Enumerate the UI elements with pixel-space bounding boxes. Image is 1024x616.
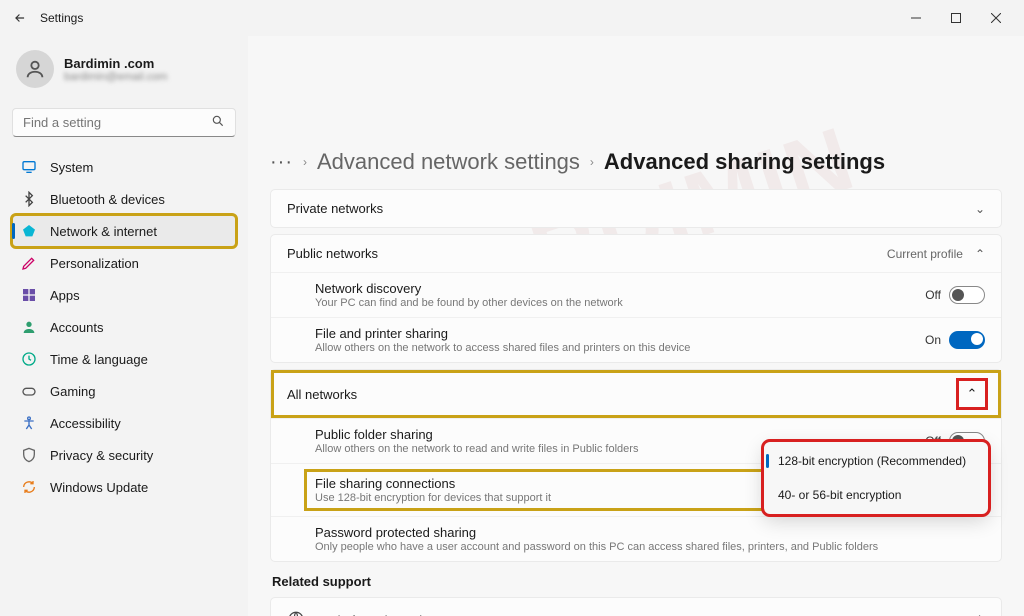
sidebar-item-gaming[interactable]: Gaming	[12, 375, 236, 407]
bluetooth-icon	[20, 190, 38, 208]
row-file-printer-sharing: File and printer sharing Allow others on…	[271, 317, 1001, 362]
sidebar-item-label: Apps	[50, 288, 80, 303]
chevron-right-icon: ›	[590, 155, 594, 169]
row-desc: Your PC can find and be found by other d…	[315, 297, 925, 309]
sidebar-item-label: Network & internet	[50, 224, 157, 239]
user-email: bardimin@email.com	[64, 71, 167, 83]
chevron-up-icon: ⌃	[959, 381, 985, 407]
network-icon	[20, 222, 38, 240]
privacy-icon	[20, 446, 38, 464]
row-desc: Only people who have a user account and …	[315, 541, 985, 553]
sidebar-item-network[interactable]: Network & internet	[12, 215, 236, 247]
panel-public-header[interactable]: Public networks Current profile ⌃	[271, 235, 1001, 272]
sidebar-item-accessibility[interactable]: Accessibility	[12, 407, 236, 439]
accessibility-icon	[20, 414, 38, 432]
window-title: Settings	[40, 11, 83, 25]
current-profile-badge: Current profile	[887, 247, 963, 261]
panel-help: Help from the web ⌃ Learn about Control …	[270, 597, 1002, 616]
search-input-wrapper[interactable]	[12, 108, 236, 137]
panel-private-networks: Private networks ⌄	[270, 189, 1002, 228]
sidebar-item-label: Windows Update	[50, 480, 148, 495]
chevron-down-icon: ⌄	[975, 202, 985, 216]
user-block[interactable]: Bardimin .com bardimin@email.com	[12, 46, 236, 92]
toggle-network-discovery[interactable]	[949, 286, 985, 304]
personalization-icon	[20, 254, 38, 272]
sidebar-item-label: Accounts	[50, 320, 103, 335]
sidebar-item-apps[interactable]: Apps	[12, 279, 236, 311]
breadcrumb-parent[interactable]: Advanced network settings	[317, 149, 580, 175]
sidebar: Bardimin .com bardimin@email.com System …	[0, 36, 248, 616]
sidebar-item-privacy[interactable]: Privacy & security	[12, 439, 236, 471]
chevron-right-icon: ›	[303, 155, 307, 169]
row-title: File and printer sharing	[315, 326, 925, 341]
row-network-discovery: Network discovery Your PC can find and b…	[271, 272, 1001, 317]
panel-public-networks: Public networks Current profile ⌃ Networ…	[270, 234, 1002, 363]
dropdown-option-128bit[interactable]: 128-bit encryption (Recommended)	[764, 444, 988, 478]
user-name: Bardimin .com	[64, 56, 167, 71]
sidebar-item-label: Gaming	[50, 384, 96, 399]
sidebar-item-label: Bluetooth & devices	[50, 192, 165, 207]
main-content: BARDIMIN ··· › Advanced network settings…	[248, 36, 1024, 616]
breadcrumb-more-icon[interactable]: ···	[270, 151, 293, 174]
encryption-dropdown: 128-bit encryption (Recommended) 40- or …	[764, 442, 988, 514]
system-icon	[20, 158, 38, 176]
minimize-button[interactable]	[896, 4, 936, 32]
sidebar-item-time[interactable]: Time & language	[12, 343, 236, 375]
row-title: Network discovery	[315, 281, 925, 296]
row-title: Password protected sharing	[315, 525, 985, 540]
apps-icon	[20, 286, 38, 304]
sidebar-item-bluetooth[interactable]: Bluetooth & devices	[12, 183, 236, 215]
row-title: Public folder sharing	[315, 427, 925, 442]
update-icon	[20, 478, 38, 496]
accounts-icon	[20, 318, 38, 336]
panel-private-header[interactable]: Private networks ⌄	[271, 190, 1001, 227]
user-avatar-icon	[16, 50, 54, 88]
toggle-file-printer-sharing[interactable]	[949, 331, 985, 349]
sidebar-item-label: Personalization	[50, 256, 139, 271]
sidebar-item-accounts[interactable]: Accounts	[12, 311, 236, 343]
panel-all-header[interactable]: All networks ⌃	[271, 370, 1001, 418]
panel-title: Public networks	[287, 246, 887, 261]
sidebar-item-label: Accessibility	[50, 416, 121, 431]
sidebar-item-label: Privacy & security	[50, 448, 153, 463]
help-header[interactable]: Help from the web ⌃	[271, 598, 1001, 616]
chevron-up-icon: ⌃	[975, 247, 985, 261]
sidebar-item-label: System	[50, 160, 93, 175]
maximize-button[interactable]	[936, 4, 976, 32]
chevron-up-icon: ⌃	[974, 613, 985, 616]
related-support-label: Related support	[272, 574, 1002, 589]
gaming-icon	[20, 382, 38, 400]
toggle-state: Off	[925, 288, 941, 302]
sidebar-item-system[interactable]: System	[12, 151, 236, 183]
time-icon	[20, 350, 38, 368]
close-button[interactable]	[976, 4, 1016, 32]
sidebar-item-label: Time & language	[50, 352, 148, 367]
dropdown-option-40-56bit[interactable]: 40- or 56-bit encryption	[764, 478, 988, 512]
breadcrumb: ··· › Advanced network settings › Advanc…	[270, 149, 1002, 175]
titlebar: Settings	[0, 0, 1024, 36]
toggle-state: On	[925, 333, 941, 347]
sidebar-nav: System Bluetooth & devices Network & int…	[12, 151, 236, 503]
page-title: Advanced sharing settings	[604, 149, 885, 175]
sidebar-item-personalization[interactable]: Personalization	[12, 247, 236, 279]
row-password-protected-sharing: Password protected sharing Only people w…	[271, 516, 1001, 561]
panel-title: Private networks	[287, 201, 975, 216]
sidebar-item-update[interactable]: Windows Update	[12, 471, 236, 503]
globe-icon	[287, 610, 307, 616]
panel-title: All networks	[287, 387, 951, 402]
search-input[interactable]	[23, 115, 211, 130]
back-button[interactable]	[8, 6, 32, 30]
row-desc: Allow others on the network to access sh…	[315, 342, 925, 354]
search-icon	[211, 114, 225, 131]
